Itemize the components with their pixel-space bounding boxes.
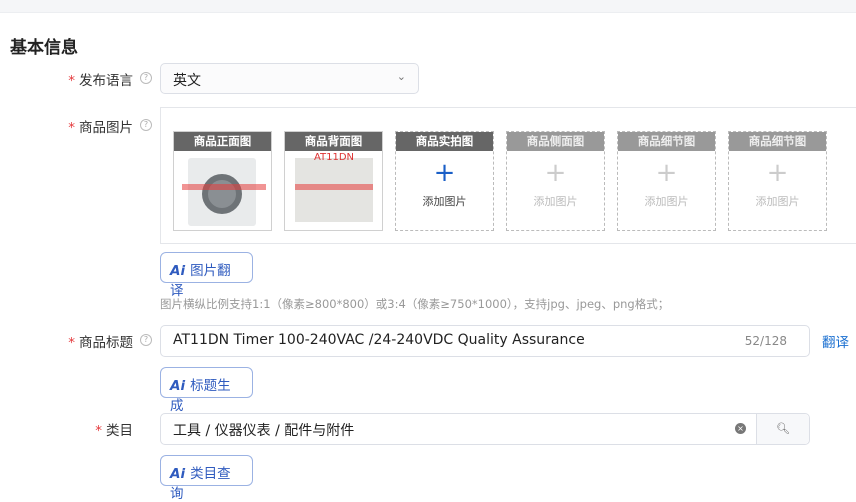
images-label: * 商品图片	[68, 120, 133, 136]
translate-link[interactable]: 翻译	[822, 331, 849, 351]
image-slot-side[interactable]: 商品侧面图 + 添加图片	[506, 131, 605, 231]
product-image	[182, 158, 266, 226]
language-select[interactable]: 英文 ⌄	[160, 63, 419, 94]
image-slot-back[interactable]: 商品背面图 AT11DN	[284, 131, 383, 231]
ai-icon: Ai	[170, 263, 186, 279]
title-generate-button[interactable]: Ai 标题生成	[160, 367, 253, 414]
section-title: 基本信息	[10, 38, 78, 58]
chevron-down-icon: ⌄	[396, 70, 406, 83]
ai-icon: Ai	[170, 466, 186, 482]
clear-icon[interactable]: ×	[735, 423, 746, 434]
help-icon[interactable]: ?	[140, 334, 152, 346]
image-hint: 图片横纵比例支持1:1（像素≥800*800）或3:4（像素≥750*1000）…	[160, 297, 670, 311]
search-button[interactable]: 🔍︎	[756, 414, 809, 444]
category-label: * 类目	[95, 423, 133, 439]
image-slot-detail[interactable]: 商品细节图 + 添加图片	[617, 131, 716, 231]
top-bar	[0, 0, 856, 13]
category-input[interactable]: 工具 / 仪器仪表 / 配件与附件 × 🔍︎	[160, 413, 810, 445]
title-label: * 商品标题	[68, 335, 133, 351]
image-slot-real[interactable]: 商品实拍图 + 添加图片	[395, 131, 494, 231]
image-translate-button[interactable]: Ai 图片翻译	[160, 252, 253, 299]
plus-icon: +	[433, 158, 456, 188]
product-title-input[interactable]: AT11DN Timer 100-240VAC /24-240VDC Quali…	[160, 325, 810, 357]
ai-icon: Ai	[170, 378, 186, 394]
image-slot-detail[interactable]: 商品细节图 + 添加图片	[728, 131, 827, 231]
plus-icon: +	[544, 158, 567, 188]
help-icon[interactable]: ?	[140, 72, 152, 84]
language-label: * 发布语言	[68, 73, 133, 89]
search-icon: 🔍︎	[776, 422, 790, 435]
image-slot-front[interactable]: 商品正面图	[173, 131, 272, 231]
help-icon[interactable]: ?	[140, 119, 152, 131]
plus-icon: +	[766, 158, 789, 188]
plus-icon: +	[655, 158, 678, 188]
product-image: AT11DN	[295, 152, 373, 222]
char-count: 52/128	[744, 334, 787, 348]
category-query-button[interactable]: Ai 类目查询	[160, 455, 253, 502]
